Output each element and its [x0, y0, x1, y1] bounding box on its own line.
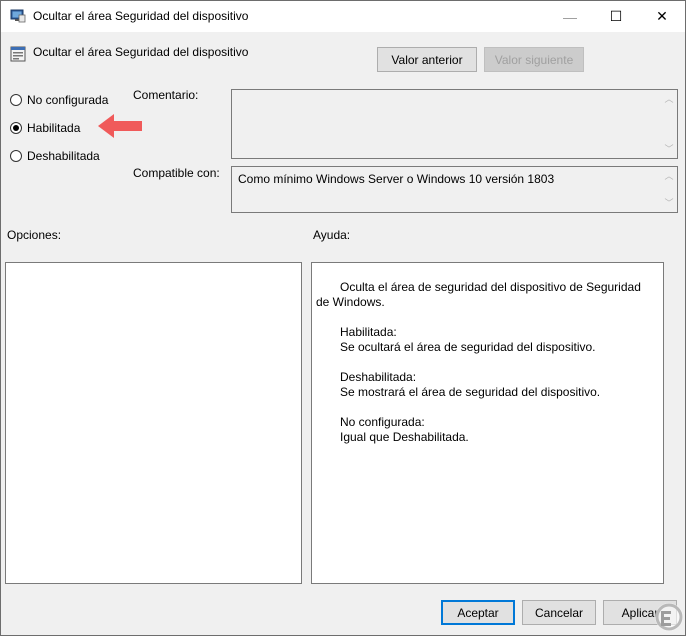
help-enabled-text: Se ocultará el área de seguridad del dis… — [340, 340, 596, 354]
radio-circle[interactable] — [10, 150, 22, 162]
help-notconf-text: Igual que Deshabilitada. — [340, 430, 469, 444]
scroll-up-icon[interactable]: ︿ — [664, 171, 674, 181]
comment-textarea[interactable]: ︿ ﹀ — [231, 89, 678, 159]
title-bar: Ocultar el área Seguridad del dispositiv… — [1, 1, 685, 32]
radio-label-disabled: Deshabilitada — [27, 149, 100, 163]
cancel-button[interactable]: Cancelar — [522, 600, 596, 625]
policy-name: Ocultar el área Seguridad del dispositiv… — [33, 45, 249, 59]
help-disabled-title: Deshabilitada: — [340, 370, 417, 384]
previous-setting-button[interactable]: Valor anterior — [377, 47, 477, 72]
site-logo-watermark — [655, 603, 683, 631]
red-arrow-icon — [98, 114, 142, 138]
scroll-down-icon[interactable]: ﹀ — [664, 144, 674, 154]
radio-not-configured[interactable]: No configurada — [10, 93, 108, 107]
policy-editor-icon — [10, 9, 26, 23]
compatible-label: Compatible con: — [133, 166, 220, 180]
scroll-up-icon[interactable]: ︿ — [664, 94, 674, 104]
minimize-button[interactable]: — — [547, 1, 593, 32]
scroll-down-icon[interactable]: ﹀ — [664, 198, 674, 208]
radio-label-not-configured: No configurada — [27, 93, 109, 107]
compatible-field: Como mínimo Windows Server o Windows 10 … — [231, 166, 678, 213]
help-label: Ayuda: — [313, 228, 351, 242]
policy-setting-icon — [10, 46, 26, 62]
next-setting-button[interactable]: Valor siguiente — [484, 47, 584, 72]
help-panel: Oculta el área de seguridad del disposit… — [311, 262, 664, 584]
options-label: Opciones: — [7, 228, 62, 242]
radio-label-enabled: Habilitada — [27, 121, 81, 135]
radio-circle[interactable] — [10, 94, 22, 106]
comment-label: Comentario: — [133, 88, 199, 102]
radio-disabled[interactable]: Deshabilitada — [10, 149, 100, 163]
help-intro: Oculta el área de seguridad del disposit… — [316, 280, 641, 309]
help-disabled-text: Se mostrará el área de seguridad del dis… — [340, 385, 601, 399]
ok-button[interactable]: Aceptar — [441, 600, 515, 625]
policy-dialog: Ocultar el área Seguridad del dispositiv… — [0, 0, 686, 636]
maximize-button[interactable]: ☐ — [593, 1, 639, 32]
close-button[interactable]: ✕ — [639, 1, 685, 32]
radio-enabled[interactable]: Habilitada — [10, 121, 80, 135]
compatible-value: Como mínimo Windows Server o Windows 10 … — [238, 172, 555, 186]
options-panel — [5, 262, 302, 584]
help-enabled-title: Habilitada: — [340, 325, 397, 339]
radio-circle-checked[interactable] — [10, 122, 22, 134]
help-notconf-title: No configurada: — [340, 415, 425, 429]
window-title: Ocultar el área Seguridad del dispositiv… — [33, 9, 249, 23]
